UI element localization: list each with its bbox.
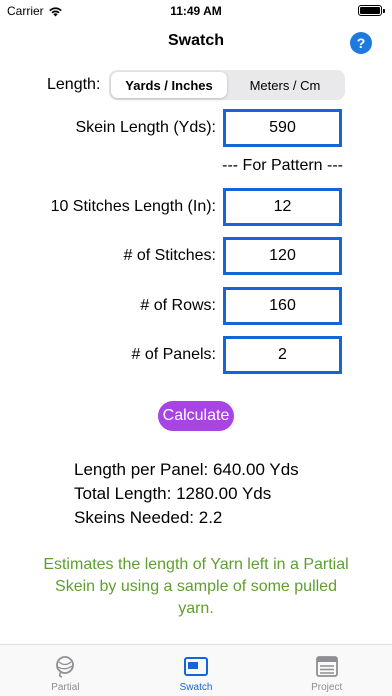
skein-length-row: Skein Length (Yds): <box>0 109 392 147</box>
results-panel: Length per Panel: 640.00 Yds Total Lengt… <box>74 458 299 530</box>
unit-segmented-control: Yards / Inches Meters / Cm <box>109 70 345 100</box>
tab-partial-label: Partial <box>51 682 80 693</box>
stitches-length-label: 10 Stitches Length (In): <box>50 198 216 215</box>
project-icon <box>315 656 338 677</box>
skein-length-label: Skein Length (Yds): <box>75 119 216 136</box>
length-label: Length: <box>47 76 101 93</box>
num-rows-row: # of Rows: <box>0 287 392 325</box>
total-length-result: Total Length: 1280.00 Yds <box>74 484 272 503</box>
description-text: Estimates the length of Yarn left in a P… <box>43 556 349 617</box>
stitches-length-input[interactable] <box>223 188 342 226</box>
status-bar: Carrier 11:49 AM <box>0 0 392 22</box>
num-panels-label: # of Panels: <box>131 346 217 363</box>
yarn-icon <box>56 656 75 678</box>
skein-length-input[interactable] <box>223 109 342 147</box>
calculate-button[interactable]: Calculate <box>158 401 234 431</box>
num-rows-label: # of Rows: <box>140 297 216 314</box>
help-button[interactable]: ? <box>350 32 372 54</box>
length-per-panel-result: Length per Panel: 640.00 Yds <box>74 460 299 479</box>
num-rows-input[interactable] <box>223 287 342 325</box>
num-stitches-input[interactable] <box>223 237 342 275</box>
tab-project-label: Project <box>311 682 343 693</box>
swatch-icon <box>184 657 208 676</box>
status-time: 11:49 AM <box>170 4 222 18</box>
page-title: Swatch <box>167 32 224 49</box>
battery-icon <box>358 5 385 16</box>
tab-project[interactable]: Project <box>261 645 392 696</box>
skeins-needed-result: Skeins Needed: 2.2 <box>74 508 223 527</box>
num-panels-row: # of Panels: <box>0 336 392 374</box>
tab-swatch[interactable]: Swatch <box>131 645 262 696</box>
tab-swatch-label: Swatch <box>179 682 213 693</box>
pattern-section-header: --- For Pattern --- <box>222 157 343 174</box>
num-stitches-row: # of Stitches: <box>0 237 392 275</box>
help-icon: ? <box>356 35 366 51</box>
navigation-bar: Swatch ? <box>0 22 392 58</box>
num-panels-input[interactable] <box>223 336 342 374</box>
length-unit-row: Length: Yards / Inches Meters / Cm <box>47 70 345 100</box>
num-stitches-label: # of Stitches: <box>123 247 217 264</box>
tab-bar: Partial Swatch Project <box>0 644 392 696</box>
tab-partial[interactable]: Partial <box>0 645 131 696</box>
segment-yards-inches[interactable]: Yards / Inches <box>111 72 227 98</box>
segment-meters-cm[interactable]: Meters / Cm <box>227 72 343 98</box>
stitches-length-row: 10 Stitches Length (In): <box>0 188 392 226</box>
